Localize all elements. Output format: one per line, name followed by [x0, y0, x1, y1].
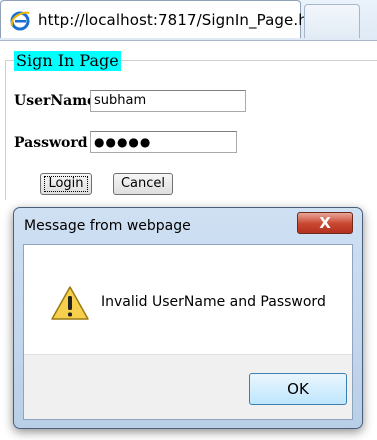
- login-focus-ring: [44, 176, 88, 192]
- close-icon: X: [319, 214, 331, 232]
- username-label: UserName: [14, 93, 96, 109]
- password-input[interactable]: ●●●●●: [90, 131, 237, 153]
- message-dialog: Message from webpage X Invalid UserName …: [13, 207, 363, 429]
- ok-button-label: OK: [287, 380, 309, 398]
- cancel-button-label: Cancel: [120, 176, 166, 191]
- ok-button[interactable]: OK: [249, 373, 347, 405]
- warning-icon: [51, 286, 89, 320]
- dialog-body: Invalid UserName and Password OK: [23, 244, 353, 420]
- dialog-title: Message from webpage: [24, 218, 191, 234]
- new-tab-button[interactable]: [304, 4, 360, 38]
- dialog-close-button[interactable]: X: [297, 212, 353, 234]
- cancel-button[interactable]: Cancel: [113, 173, 173, 195]
- page-legend: Sign In Page: [14, 51, 121, 71]
- username-input[interactable]: subham: [90, 90, 246, 112]
- password-label: Password: [14, 135, 88, 151]
- dialog-message: Invalid UserName and Password: [101, 294, 326, 310]
- ie-logo-icon: [10, 11, 30, 31]
- browser-tab-strip: http://localhost:7817/SignIn_Page.html: [0, 0, 377, 41]
- browser-tab[interactable]: http://localhost:7817/SignIn_Page.html: [0, 0, 333, 38]
- tab-title: http://localhost:7817/SignIn_Page.html: [38, 11, 333, 29]
